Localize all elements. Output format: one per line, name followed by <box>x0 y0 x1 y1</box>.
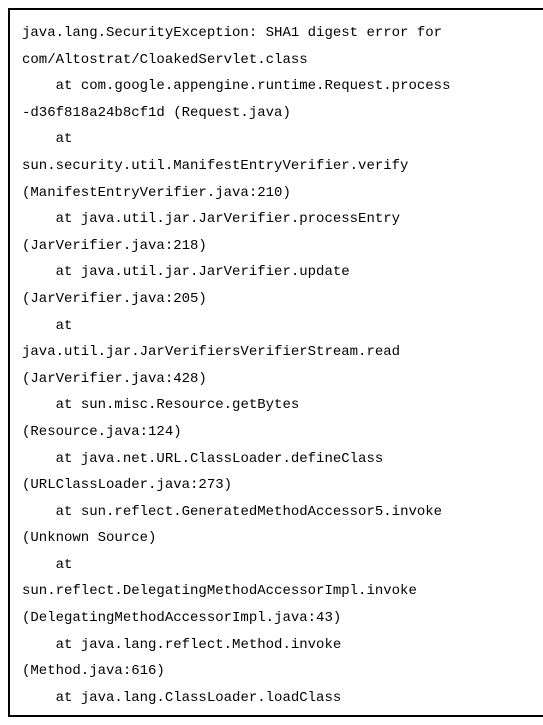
stack-frame: at java.lang.reflect.Method.invoke <box>22 632 537 659</box>
stack-trace-block: java.lang.SecurityException: SHA1 digest… <box>8 8 543 717</box>
stack-frame-loc: sun.reflect.DelegatingMethodAccessorImpl… <box>22 578 537 605</box>
stack-frame: at java.util.jar.JarVerifier.update <box>22 259 537 286</box>
stack-frame-loc: (JarVerifier.java:218) <box>22 233 537 260</box>
stack-frame-loc: (DelegatingMethodAccessorImpl.java:43) <box>22 605 537 632</box>
stack-frame: at <box>22 313 537 340</box>
stack-frame-loc: (Unknown Source) <box>22 525 537 552</box>
stack-frame-loc: -d36f818a24b8cf1d (Request.java) <box>22 100 537 127</box>
stack-frame: at java.util.jar.JarVerifier.processEntr… <box>22 206 537 233</box>
exception-header-line1: java.lang.SecurityException: SHA1 digest… <box>22 20 537 47</box>
stack-frame: at <box>22 552 537 579</box>
stack-frame: at java.net.URL.ClassLoader.defineClass <box>22 446 537 473</box>
stack-frame: at sun.misc.Resource.getBytes <box>22 392 537 419</box>
exception-header-line2: com/Altostrat/CloakedServlet.class <box>22 47 537 74</box>
stack-frame-loc: (JarVerifier.java:205) <box>22 286 537 313</box>
stack-frame: at java.lang.ClassLoader.loadClass <box>22 685 537 712</box>
stack-frame-loc: (JarVerifier.java:428) <box>22 366 537 393</box>
stack-frame-loc: (Method.java:616) <box>22 658 537 685</box>
stack-frame: at <box>22 126 537 153</box>
stack-frame-loc: java.util.jar.JarVerifiersVerifierStream… <box>22 339 537 366</box>
stack-frame-loc: (Resource.java:124) <box>22 419 537 446</box>
stack-frame: at sun.reflect.GeneratedMethodAccessor5.… <box>22 499 537 526</box>
stack-frame: at com.google.appengine.runtime.Request.… <box>22 73 537 100</box>
stack-frame-loc: (ClassLoader.java:266) <box>22 711 537 717</box>
stack-frame-loc: (ManifestEntryVerifier.java:210) <box>22 180 537 207</box>
stack-frame-loc: (URLClassLoader.java:273) <box>22 472 537 499</box>
stack-frame-loc: sun.security.util.ManifestEntryVerifier.… <box>22 153 537 180</box>
